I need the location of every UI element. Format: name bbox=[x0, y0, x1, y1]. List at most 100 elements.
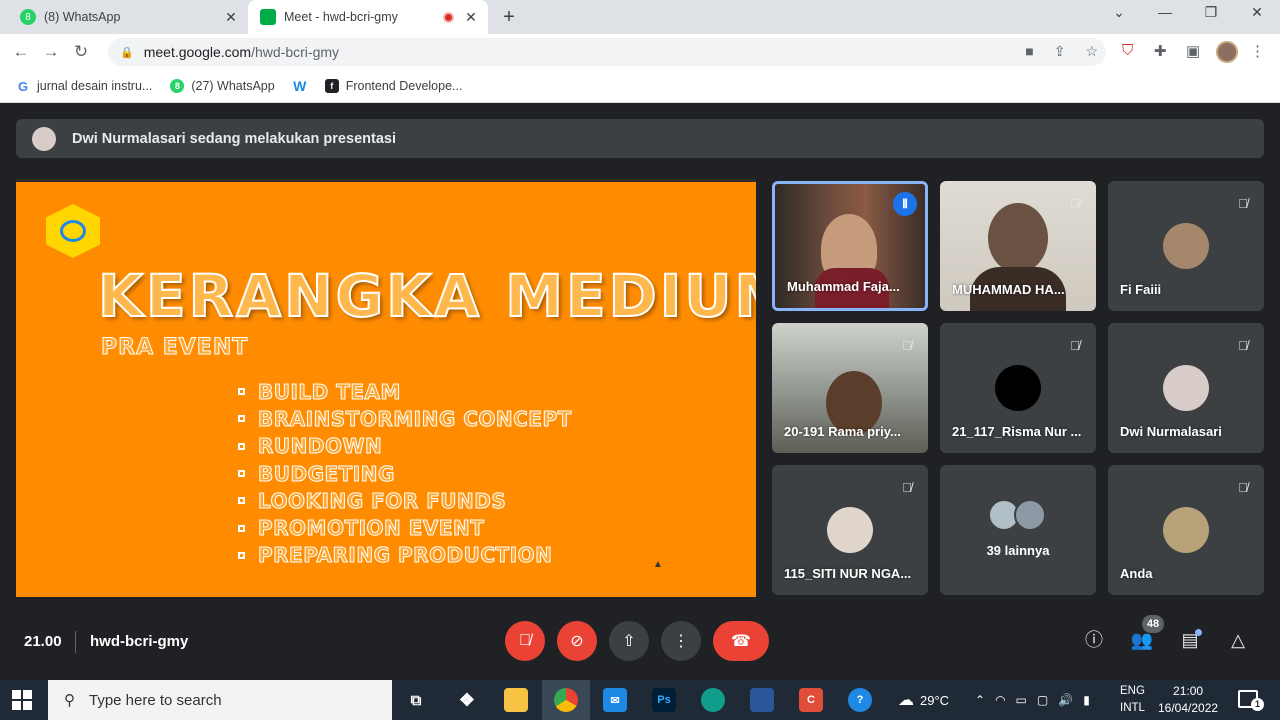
shared-slide: KERANGKA MEDIUM PRA EVENT BUILD TEAM BRA… bbox=[16, 179, 756, 597]
volume-icon[interactable]: 🔊 bbox=[1058, 693, 1073, 707]
meeting-info-icon[interactable]: ⓘ bbox=[1081, 627, 1107, 653]
phone-hangup-icon: ☎ bbox=[731, 633, 751, 650]
participant-tile[interactable]: 🎙̸ 20-191 Rama priy... bbox=[772, 323, 928, 453]
presentation-app-icon[interactable]: C bbox=[799, 688, 823, 712]
photoshop-icon[interactable]: Ps bbox=[652, 688, 676, 712]
browser-menu-icon[interactable]: ⋮ bbox=[1250, 42, 1265, 60]
mic-toggle-button[interactable]: 🎙̸ bbox=[505, 621, 545, 661]
w-logo-icon: W bbox=[292, 78, 307, 94]
battery-icon[interactable]: ▭ bbox=[1016, 693, 1027, 707]
clock-date: 16/04/2022 bbox=[1158, 701, 1219, 715]
participant-name: Muhammad Faja... bbox=[787, 279, 900, 294]
extensions-puzzle-icon[interactable]: ✚ bbox=[1154, 42, 1167, 60]
bookmark-item[interactable]: W bbox=[292, 78, 307, 94]
people-count-badge: 48 bbox=[1142, 615, 1164, 633]
mic-off-icon: 🎙̸ bbox=[1070, 196, 1080, 211]
side-panel-icon[interactable]: ▣ bbox=[1186, 42, 1200, 60]
forward-button[interactable]: → bbox=[36, 42, 66, 62]
bookmark-item[interactable]: f Frontend Develope... bbox=[324, 79, 462, 93]
minimize-button[interactable]: — bbox=[1152, 4, 1178, 20]
profile-avatar[interactable] bbox=[1216, 41, 1238, 63]
others-count-label: 39 lainnya bbox=[986, 543, 1050, 558]
address-bar[interactable]: 🔒 meet.google.com/hwd-bcri-gmy ■ ⇪ ☆ bbox=[108, 38, 1106, 66]
mic-off-icon: 🎙̸ bbox=[1070, 338, 1080, 353]
mic-off-icon: 🎙̸ bbox=[1238, 338, 1248, 353]
frontend-logo-icon: f bbox=[324, 79, 339, 93]
participant-tile[interactable]: 🎙̸ Dwi Nurmalasari bbox=[1108, 323, 1264, 453]
windows-start-icon[interactable] bbox=[12, 690, 32, 710]
slide-title: KERANGKA MEDIUM bbox=[97, 261, 756, 331]
divider bbox=[75, 631, 76, 653]
browser-window-chrome: 8 (8) WhatsApp ✕ Meet - hwd-bcri-gmy ✕ +… bbox=[0, 0, 1280, 103]
present-screen-icon: ⇧ bbox=[622, 633, 636, 650]
weather-temp: 29°C bbox=[920, 692, 950, 708]
participant-name: Fi Faiii bbox=[1120, 282, 1162, 297]
tab-search-chevron-icon[interactable]: ⌄ bbox=[1106, 4, 1132, 21]
bookmark-star-icon[interactable]: ☆ bbox=[1085, 43, 1098, 60]
weather-widget[interactable]: ☁ 29°C bbox=[898, 680, 949, 720]
task-view-icon[interactable]: ⧉ bbox=[404, 688, 428, 712]
participant-tile[interactable]: ⦀ Muhammad Faja... bbox=[772, 181, 928, 311]
leave-call-button[interactable]: ☎ bbox=[713, 621, 769, 661]
reload-button[interactable]: ↻ bbox=[66, 42, 96, 62]
lock-icon[interactable]: 🔒 bbox=[120, 46, 134, 59]
participant-tile[interactable]: 🎙̸ 115_SITI NUR NGA... bbox=[772, 465, 928, 595]
taskbar-clock[interactable]: 21:00 16/04/2022 bbox=[1158, 683, 1218, 717]
bookmark-label: jurnal desain instru... bbox=[37, 79, 153, 93]
participant-name: 20-191 Rama priy... bbox=[784, 424, 901, 439]
new-tab-button[interactable]: + bbox=[498, 6, 520, 29]
share-icon[interactable]: ⇪ bbox=[1054, 43, 1066, 60]
close-window-button[interactable]: ✕ bbox=[1244, 4, 1270, 21]
participant-tile[interactable]: 🎙̸ MUHAMMAD HA... bbox=[940, 181, 1096, 311]
notification-count: 1 bbox=[1251, 698, 1264, 711]
clock-time: 21:00 bbox=[1173, 684, 1204, 698]
bookmark-item[interactable]: 8 (27) WhatsApp bbox=[170, 79, 275, 93]
help-icon[interactable]: ? bbox=[848, 688, 872, 712]
mic-off-icon: 🎙̸ bbox=[519, 632, 531, 649]
participant-name: Dwi Nurmalasari bbox=[1120, 424, 1222, 439]
photos-icon[interactable] bbox=[750, 688, 774, 712]
participant-tile[interactable]: 🎙̸ 21_117_Risma Nur ... bbox=[940, 323, 1096, 453]
present-button[interactable]: ⇧ bbox=[609, 621, 649, 661]
file-explorer-icon[interactable] bbox=[504, 688, 528, 712]
tab-title: Meet - hwd-bcri-gmy bbox=[284, 10, 398, 24]
tab-whatsapp[interactable]: 8 (8) WhatsApp ✕ bbox=[8, 0, 248, 34]
language-indicator[interactable]: ENG INTL bbox=[1120, 683, 1145, 717]
speaking-indicator-icon: ⦀ bbox=[893, 192, 917, 216]
others-avatars bbox=[988, 499, 1046, 531]
slide-bullet: PREPARING PRODUCTION bbox=[238, 542, 572, 569]
monitor-icon[interactable]: ▢ bbox=[1037, 693, 1048, 707]
url-host: meet.google.com bbox=[143, 44, 252, 60]
activities-icon[interactable]: △ bbox=[1225, 627, 1251, 653]
restore-button[interactable]: ❐ bbox=[1198, 4, 1224, 21]
chat-unread-dot bbox=[1195, 629, 1202, 636]
taskbar-search-box[interactable]: ⚲ Type here to search bbox=[48, 680, 392, 720]
meeting-time: 21.00 bbox=[24, 633, 62, 650]
whatsapp-icon: 8 bbox=[170, 79, 185, 93]
mail-icon[interactable]: ✉ bbox=[603, 688, 627, 712]
camera-in-use-icon[interactable]: ■ bbox=[1025, 43, 1033, 60]
microphone-icon[interactable]: ▮ bbox=[1083, 693, 1090, 707]
tab-meet[interactable]: Meet - hwd-bcri-gmy ✕ bbox=[248, 0, 488, 34]
edge-icon[interactable] bbox=[701, 688, 725, 712]
close-tab-icon[interactable]: ✕ bbox=[460, 9, 482, 26]
mic-off-icon: 🎙̸ bbox=[902, 338, 912, 353]
slide-bullet-list: BUILD TEAM BRAINSTORMING CONCEPT RUNDOWN… bbox=[238, 378, 572, 569]
camera-toggle-button[interactable]: ⊘ bbox=[557, 621, 597, 661]
chevron-up-icon[interactable]: ⌃ bbox=[975, 693, 985, 707]
network-icon[interactable]: ◠ bbox=[995, 693, 1005, 707]
self-tile[interactable]: 🎙̸ Anda bbox=[1108, 465, 1264, 595]
participant-name: Anda bbox=[1120, 566, 1153, 581]
dropbox-icon[interactable]: ❖ bbox=[455, 688, 479, 712]
participant-tile[interactable]: 🎙̸ Fi Faiii bbox=[1108, 181, 1264, 311]
meeting-code: hwd-bcri-gmy bbox=[90, 633, 189, 650]
close-tab-icon[interactable]: ✕ bbox=[220, 9, 242, 26]
participant-avatar bbox=[827, 507, 873, 553]
bookmark-item[interactable]: G jurnal desain instru... bbox=[16, 79, 153, 94]
back-button[interactable]: ← bbox=[6, 42, 36, 62]
others-tile[interactable]: 39 lainnya bbox=[940, 465, 1096, 595]
chrome-icon[interactable] bbox=[554, 688, 578, 712]
more-options-button[interactable]: ⋮ bbox=[661, 621, 701, 661]
participant-name: 115_SITI NUR NGA... bbox=[784, 566, 912, 581]
extension-shield-icon[interactable]: ⛉ bbox=[1122, 42, 1133, 59]
